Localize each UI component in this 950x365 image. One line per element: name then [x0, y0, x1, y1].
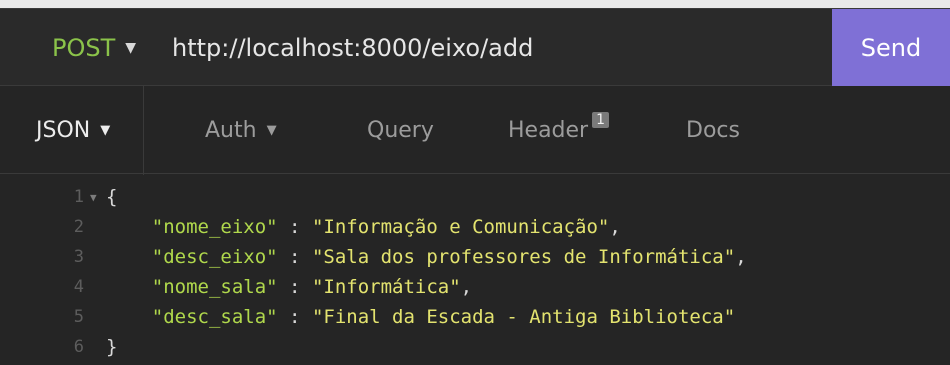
header-count-badge: 1 — [592, 112, 610, 128]
line-number: 6 — [73, 337, 84, 357]
request-panel: POST ▼ http://localhost:8000/eixo/add Se… — [0, 8, 950, 365]
line-number: 1 — [73, 187, 84, 207]
tab-header[interactable]: Header 1 — [508, 86, 610, 174]
json-key: "nome_eixo" — [151, 216, 278, 238]
json-key: "nome_sala" — [151, 276, 278, 298]
code-line: 3 "desc_eixo" : "Sala dos professores de… — [0, 242, 950, 272]
json-comma: , — [735, 246, 747, 268]
tab-docs-label: Docs — [686, 117, 740, 143]
json-string: "Final da Escada - Antiga Biblioteca" — [311, 306, 736, 328]
chevron-down-icon: ▼ — [125, 39, 137, 56]
tab-json[interactable]: JSON ▼ — [36, 86, 145, 175]
code-line: 6 } — [0, 332, 950, 362]
line-number: 2 — [73, 217, 84, 237]
tab-query-label: Query — [367, 117, 434, 143]
json-comma: , — [609, 216, 621, 238]
open-brace: { — [106, 186, 118, 208]
tab-docs[interactable]: Docs — [686, 86, 740, 174]
send-button[interactable]: Send — [832, 9, 950, 86]
json-string: "Sala dos professores de Informática" — [311, 246, 736, 268]
request-tabs: JSON ▼ Auth ▼ Query Header 1 Docs — [0, 86, 950, 175]
code-line: 4 "nome_sala" : "Informática", — [0, 272, 950, 302]
url-bar: POST ▼ http://localhost:8000/eixo/add Se… — [0, 9, 950, 86]
json-comma: , — [460, 276, 473, 298]
code-line: 1 ▼ { — [0, 182, 950, 212]
chevron-down-icon: ▼ — [100, 122, 111, 138]
close-brace: } — [106, 336, 118, 358]
code-line: 2 "nome_eixo" : "Informação e Comunicaçã… — [0, 212, 950, 242]
tab-header-label: Header — [508, 117, 589, 143]
json-string: "Informação e Comunicação" — [311, 216, 610, 238]
json-string: "Informática" — [311, 276, 461, 298]
method-label: POST — [52, 33, 116, 62]
tab-json-label: JSON — [36, 117, 91, 143]
fold-arrow-icon[interactable]: ▼ — [90, 191, 106, 204]
line-number: 5 — [73, 307, 84, 327]
json-key: "desc_eixo" — [151, 246, 278, 268]
tab-query[interactable]: Query — [367, 86, 434, 174]
tab-auth-label: Auth — [205, 117, 257, 143]
line-number: 3 — [73, 247, 84, 267]
line-number: 4 — [73, 277, 84, 297]
chevron-down-icon: ▼ — [266, 122, 277, 138]
json-key: "desc_sala" — [151, 306, 278, 328]
url-input[interactable]: http://localhost:8000/eixo/add — [172, 9, 533, 86]
method-dropdown[interactable]: POST ▼ — [52, 9, 136, 86]
code-line: 5 "desc_sala" : "Final da Escada - Antig… — [0, 302, 950, 332]
json-body-editor[interactable]: 1 ▼ { 2 "nome_eixo" : "Informação e Comu… — [0, 174, 950, 365]
tab-auth[interactable]: Auth ▼ — [205, 86, 277, 174]
